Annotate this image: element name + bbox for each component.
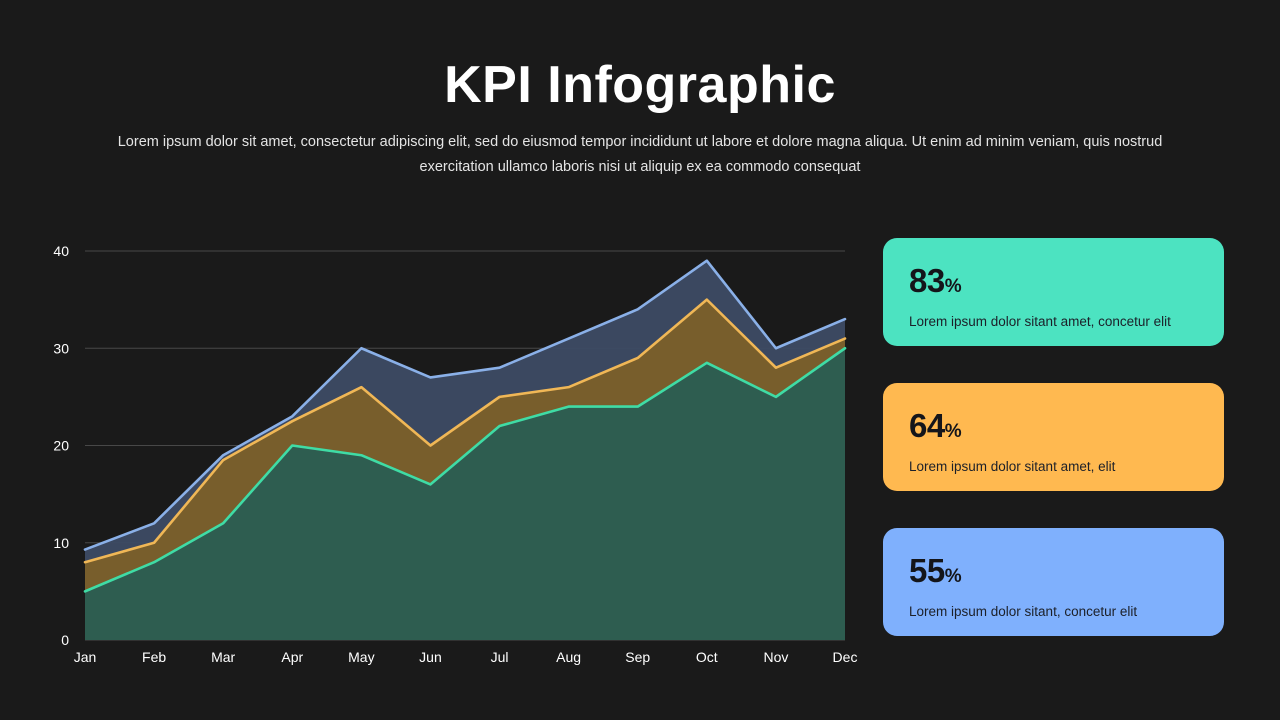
kpi-card-list: 83% Lorem ipsum dolor sitant amet, conce… xyxy=(883,238,1224,636)
page-subtitle: Lorem ipsum dolor sit amet, consectetur … xyxy=(117,134,1163,175)
kpi-card-value: 64% xyxy=(909,409,1224,449)
x-axis-tick-label: Mar xyxy=(211,649,235,665)
kpi-card-description: Lorem ipsum dolor sitant amet, elit xyxy=(909,459,1116,474)
area-chart: 0 10 20 30 40 Jan Feb Mar Apr May Jun Jul Aug Sep Oct N… xyxy=(0,225,880,675)
kpi-card[interactable]: 83% Lorem ipsum dolor sitant amet, conce… xyxy=(883,238,1224,346)
kpi-card[interactable]: 64% Lorem ipsum dolor sitant amet, elit xyxy=(883,383,1224,491)
y-axis-tick-label: 40 xyxy=(53,243,69,259)
kpi-card-description: Lorem ipsum dolor sitant amet, concetur … xyxy=(909,314,1171,329)
header: KPI Infographic Lorem ipsum dolor sit am… xyxy=(0,54,1280,180)
x-axis-tick-label: Jul xyxy=(491,649,509,665)
page-title: KPI Infographic xyxy=(444,56,836,114)
kpi-card-value: 83% xyxy=(909,264,1224,304)
x-axis-tick-label: Jan xyxy=(74,649,97,665)
kpi-card[interactable]: 55% Lorem ipsum dolor sitant, concetur e… xyxy=(883,528,1224,636)
x-axis-tick-label: Dec xyxy=(833,649,858,665)
y-axis-tick-label: 10 xyxy=(53,535,69,551)
y-axis-tick-label: 30 xyxy=(53,340,69,356)
y-axis-tick-label: 0 xyxy=(61,632,69,648)
kpi-value-number: 55 xyxy=(909,552,945,589)
x-axis-tick-label: Sep xyxy=(625,649,650,665)
y-axis-tick-label: 20 xyxy=(53,438,69,454)
kpi-value-number: 64 xyxy=(909,407,945,444)
x-axis-tick-label: Aug xyxy=(556,649,581,665)
kpi-card-description: Lorem ipsum dolor sitant, concetur elit xyxy=(909,604,1138,619)
kpi-value-number: 83 xyxy=(909,262,945,299)
kpi-card-value: 55% xyxy=(909,554,1224,594)
x-axis-tick-label: Feb xyxy=(142,649,166,665)
slide-root: KPI Infographic Lorem ipsum dolor sit am… xyxy=(0,0,1280,720)
area-chart-svg: 0 10 20 30 40 Jan Feb Mar Apr May Jun Jul Aug Sep Oct N… xyxy=(53,243,858,665)
x-axis-tick-label: Jun xyxy=(419,649,442,665)
kpi-value-percent: % xyxy=(944,421,962,442)
x-axis-tick-label: Apr xyxy=(281,649,303,665)
x-axis-tick-label: Oct xyxy=(696,649,718,665)
x-axis-tick-label: Nov xyxy=(763,649,788,665)
kpi-value-percent: % xyxy=(944,276,962,297)
x-axis-tick-label: May xyxy=(348,649,374,665)
kpi-value-percent: % xyxy=(944,566,962,587)
